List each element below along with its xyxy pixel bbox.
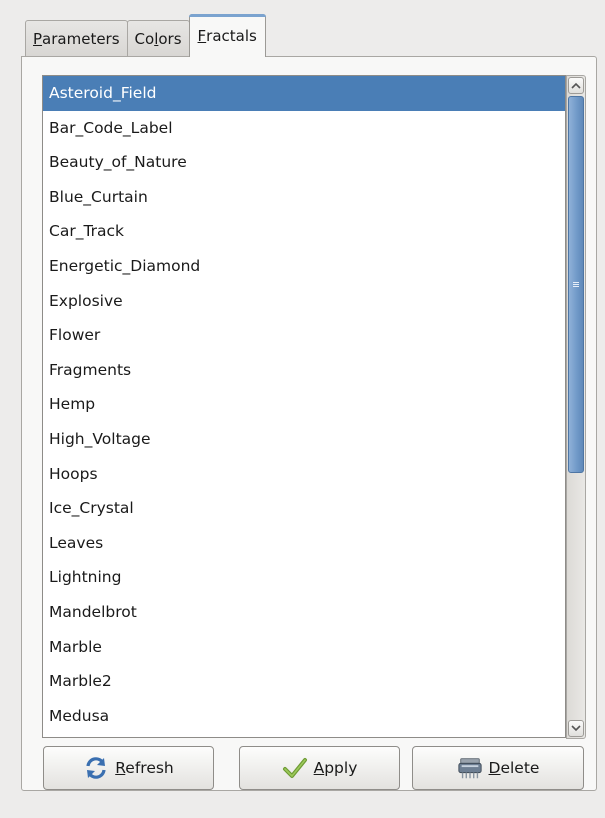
scroll-up-button[interactable] bbox=[568, 77, 584, 94]
list-item[interactable]: Marble2 bbox=[43, 664, 565, 699]
tab-colors[interactable]: Co l ors bbox=[126, 20, 190, 57]
list-item[interactable]: Mandelbrot bbox=[43, 595, 565, 630]
fractals-page: Asteroid_Field Bar_Code_Label Beauty_of_Na… bbox=[21, 56, 597, 791]
tab-fractals-label: ractals bbox=[206, 27, 257, 45]
grip-icon bbox=[573, 282, 579, 287]
apply-label-rest: pply bbox=[324, 759, 358, 777]
tab-parameters-label: arameters bbox=[42, 30, 120, 48]
list-scrollbar[interactable] bbox=[566, 75, 586, 739]
delete-label: Delete bbox=[489, 759, 540, 777]
refresh-icon bbox=[83, 755, 109, 781]
fractal-list[interactable]: Asteroid_Field Bar_Code_Label Beauty_of_Na… bbox=[42, 75, 566, 738]
refresh-mnemonic: R bbox=[115, 759, 126, 777]
delete-label-rest: elete bbox=[500, 759, 540, 777]
list-item[interactable]: Explosive bbox=[43, 284, 565, 319]
list-item[interactable]: Bar_Code_Label bbox=[43, 111, 565, 146]
chevron-up-icon bbox=[571, 82, 581, 89]
scrollbar-thumb[interactable] bbox=[568, 96, 584, 473]
list-item[interactable]: Leaves bbox=[43, 526, 565, 561]
list-item[interactable]: Hemp bbox=[43, 387, 565, 422]
refresh-label: Refresh bbox=[115, 759, 174, 777]
list-item[interactable]: High_Voltage bbox=[43, 422, 565, 457]
list-item[interactable]: Car_Track bbox=[43, 214, 565, 249]
checkmark-icon bbox=[282, 755, 308, 781]
list-item[interactable]: Medusa bbox=[43, 699, 565, 734]
delete-button[interactable]: Delete bbox=[412, 746, 584, 790]
tab-fractals-mnemonic: F bbox=[197, 27, 207, 45]
tab-fractals[interactable]: Fractals bbox=[188, 14, 267, 58]
delete-icon bbox=[457, 755, 483, 781]
list-item[interactable]: Asteroid_Field bbox=[43, 76, 565, 111]
refresh-button[interactable]: Refresh bbox=[43, 746, 214, 790]
list-item[interactable]: Ice_Crystal bbox=[43, 491, 565, 526]
list-item[interactable]: Blue_Curtain bbox=[43, 180, 565, 215]
fractal-explorer-dialog: Parameters Co l ors Fractals Asteroid_Fiel… bbox=[0, 0, 605, 818]
tab-parameters[interactable]: Parameters bbox=[25, 20, 128, 57]
tab-bar: Parameters Co l ors Fractals bbox=[25, 14, 267, 58]
refresh-label-rest: efresh bbox=[125, 759, 174, 777]
tab-colors-label-start: Co bbox=[134, 30, 155, 48]
delete-mnemonic: D bbox=[488, 759, 501, 777]
tab-colors-label-end: ors bbox=[158, 30, 182, 48]
apply-mnemonic: A bbox=[313, 759, 325, 777]
list-item[interactable]: Hoops bbox=[43, 457, 565, 492]
apply-button[interactable]: Apply bbox=[239, 746, 400, 790]
list-item[interactable]: Marble bbox=[43, 630, 565, 665]
chevron-down-icon bbox=[571, 725, 581, 732]
scroll-down-button[interactable] bbox=[568, 720, 584, 737]
list-item[interactable]: Flower bbox=[43, 318, 565, 353]
list-item[interactable]: Fragments bbox=[43, 353, 565, 388]
list-item[interactable]: Energetic_Diamond bbox=[43, 249, 565, 284]
apply-label: Apply bbox=[314, 759, 358, 777]
list-item[interactable]: Beauty_of_Nature bbox=[43, 145, 565, 180]
list-item[interactable]: Lightning bbox=[43, 560, 565, 595]
tab-parameters-mnemonic: P bbox=[33, 30, 43, 48]
